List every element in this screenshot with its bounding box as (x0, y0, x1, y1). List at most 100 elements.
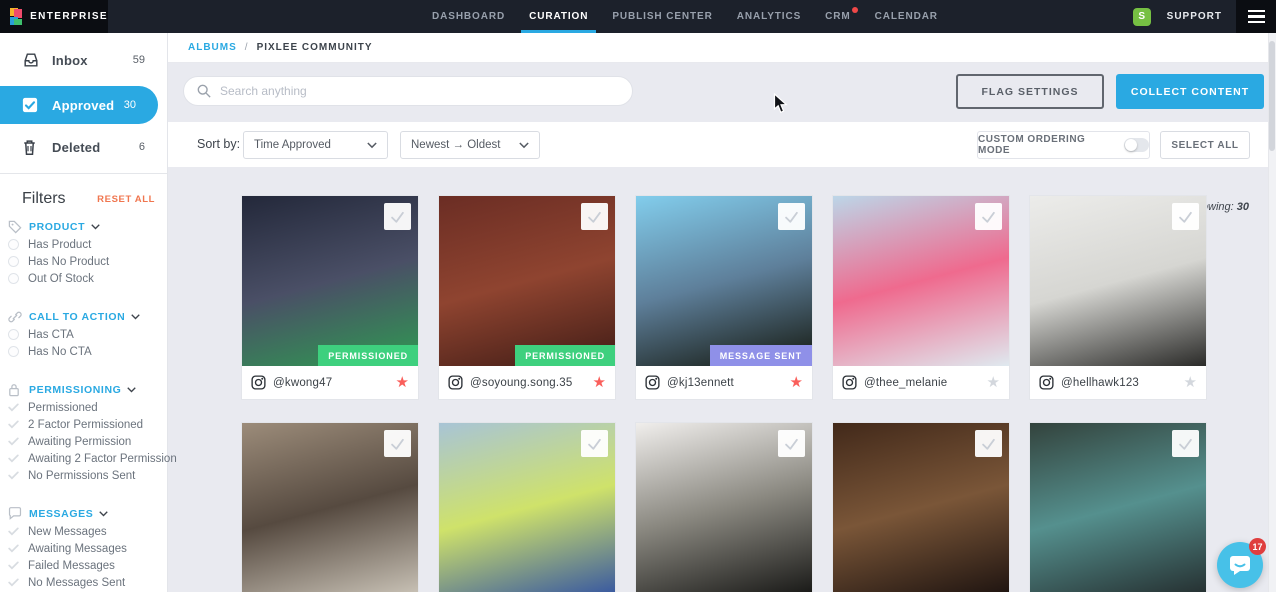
content-card[interactable]: ★ (1029, 422, 1207, 592)
select-check-icon[interactable] (975, 430, 1002, 457)
nav-item-publish-center[interactable]: PUBLISH CENTER (612, 0, 712, 33)
breadcrumb-albums-link[interactable]: ALBUMS (188, 42, 237, 53)
folder-count: 6 (139, 141, 145, 153)
favorite-star-icon[interactable]: ★ (1184, 375, 1197, 390)
card-username[interactable]: @kj13ennett (667, 377, 790, 389)
search-input[interactable] (220, 84, 600, 98)
filter-option-awaiting-2-factor-permission[interactable]: Awaiting 2 Factor Permission (0, 450, 167, 467)
content-card[interactable]: PERMISSIONED @kwong47 ★ (241, 195, 419, 400)
search-icon (197, 84, 211, 98)
content-photo[interactable] (636, 423, 812, 592)
filter-group-header[interactable]: CALL TO ACTION (0, 308, 167, 326)
content-grid: PERMISSIONED @kwong47 ★ PERMISSIONED @so… (241, 195, 1209, 592)
filter-option-2-factor-permissioned[interactable]: 2 Factor Permissioned (0, 416, 167, 433)
custom-ordering-toggle[interactable] (1124, 138, 1149, 152)
filter-group-header[interactable]: PRODUCT (0, 218, 167, 236)
content-photo[interactable] (242, 423, 418, 592)
filter-option-permissioned[interactable]: Permissioned (0, 399, 167, 416)
card-username[interactable]: @thee_melanie (864, 377, 987, 389)
sort-field-dropdown[interactable]: Time Approved (243, 131, 388, 159)
radio-circle-icon (8, 239, 19, 250)
filter-option-has-no-cta[interactable]: Has No CTA (0, 343, 167, 360)
filter-group-header[interactable]: MESSAGES (0, 505, 167, 523)
notification-dot (852, 7, 858, 13)
content-card[interactable]: MESSAGE SENT @kj13ennett ★ (635, 195, 813, 400)
select-check-icon[interactable] (581, 430, 608, 457)
select-check-icon[interactable] (1172, 430, 1199, 457)
favorite-star-icon[interactable]: ★ (593, 375, 606, 390)
favorite-star-icon[interactable]: ★ (987, 375, 1000, 390)
favorite-star-icon[interactable]: ★ (396, 375, 409, 390)
sidebar-folder-approved[interactable]: Approved 30 (0, 86, 158, 124)
filter-option-failed-messages[interactable]: Failed Messages (0, 557, 167, 574)
select-check-icon[interactable] (778, 203, 805, 230)
content-card[interactable]: ★ (635, 422, 813, 592)
content-photo[interactable] (1030, 196, 1206, 366)
content-photo[interactable] (833, 196, 1009, 366)
check-marker-icon (8, 453, 19, 464)
chat-icon (8, 507, 22, 521)
favorite-star-icon[interactable]: ★ (790, 375, 803, 390)
nav-item-crm[interactable]: CRM (825, 0, 850, 33)
collect-content-button[interactable]: COLLECT CONTENT (1116, 74, 1264, 109)
card-username[interactable]: @hellhawk123 (1061, 377, 1184, 389)
content-photo[interactable]: PERMISSIONED (242, 196, 418, 366)
sidebar-folder-inbox[interactable]: Inbox 59 (0, 47, 167, 73)
filter-option-awaiting-permission[interactable]: Awaiting Permission (0, 433, 167, 450)
content-card[interactable]: ★ (832, 422, 1010, 592)
support-link[interactable]: SUPPORT (1167, 11, 1222, 22)
content-card[interactable]: ★ (438, 422, 616, 592)
filters-header: Filters RESET ALL (0, 174, 167, 218)
chat-launcher[interactable]: 17 (1217, 542, 1263, 588)
content-card[interactable]: ★ (241, 422, 419, 592)
filter-option-no-messages-sent[interactable]: No Messages Sent (0, 574, 167, 591)
select-check-icon[interactable] (384, 203, 411, 230)
filter-group-header[interactable]: PERMISSIONING (0, 381, 167, 399)
hamburger-menu-icon[interactable] (1236, 0, 1276, 33)
filter-option-awaiting-messages[interactable]: Awaiting Messages (0, 540, 167, 557)
filter-option-has-product[interactable]: Has Product (0, 236, 167, 253)
filter-group-permissioning: PERMISSIONING Permissioned 2 Factor Perm… (0, 381, 167, 484)
select-check-icon[interactable] (778, 430, 805, 457)
content-card[interactable]: @hellhawk123 ★ (1029, 195, 1207, 400)
select-check-icon[interactable] (581, 203, 608, 230)
search-box[interactable] (183, 76, 633, 106)
filter-option-has-no-product[interactable]: Has No Product (0, 253, 167, 270)
check-marker-icon (8, 543, 19, 554)
nav-item-curation[interactable]: CURATION (529, 0, 588, 33)
content-card[interactable]: PERMISSIONED @soyoung.song.35 ★ (438, 195, 616, 400)
select-check-icon[interactable] (384, 430, 411, 457)
nav-item-dashboard[interactable]: DASHBOARD (432, 0, 505, 33)
chat-bubble-icon (1228, 554, 1252, 577)
card-username[interactable]: @kwong47 (273, 377, 396, 389)
select-all-button[interactable]: SELECT ALL (1160, 131, 1250, 159)
reset-all-button[interactable]: RESET ALL (97, 194, 155, 205)
filter-option-has-cta[interactable]: Has CTA (0, 326, 167, 343)
nav-item-analytics[interactable]: ANALYTICS (737, 0, 801, 33)
scrollbar[interactable] (1268, 33, 1276, 592)
custom-ordering-mode-button[interactable]: CUSTOM ORDERING MODE (977, 131, 1150, 159)
sidebar: Inbox 59 Approved 30 Deleted 6 Filters R… (0, 33, 168, 592)
select-check-icon[interactable] (1172, 203, 1199, 230)
content-photo[interactable]: MESSAGE SENT (636, 196, 812, 366)
content-photo[interactable]: PERMISSIONED (439, 196, 615, 366)
nav-item-calendar[interactable]: CALENDAR (875, 0, 938, 33)
content-card[interactable]: @thee_melanie ★ (832, 195, 1010, 400)
content-photo[interactable] (1030, 423, 1206, 592)
workspace-badge[interactable]: S (1133, 8, 1151, 26)
sidebar-folder-deleted[interactable]: Deleted 6 (0, 134, 167, 160)
filter-group-product: PRODUCT Has Product Has No Product Out O… (0, 218, 167, 287)
instagram-icon (1039, 375, 1054, 390)
scrollbar-thumb[interactable] (1269, 41, 1275, 151)
filter-option-no-permissions-sent[interactable]: No Permissions Sent (0, 467, 167, 484)
content-photo[interactable] (833, 423, 1009, 592)
content-photo[interactable] (439, 423, 615, 592)
card-username[interactable]: @soyoung.song.35 (470, 377, 593, 389)
select-check-icon[interactable] (975, 203, 1002, 230)
filter-option-out-of-stock[interactable]: Out Of Stock (0, 270, 167, 287)
filter-option-new-messages[interactable]: New Messages (0, 523, 167, 540)
approved-checkbox-icon (22, 96, 40, 114)
flag-settings-button[interactable]: FLAG SETTINGS (956, 74, 1104, 109)
sort-order-dropdown[interactable]: Newest → Oldest (400, 131, 540, 159)
brand[interactable]: ENTERPRISE (0, 0, 108, 33)
